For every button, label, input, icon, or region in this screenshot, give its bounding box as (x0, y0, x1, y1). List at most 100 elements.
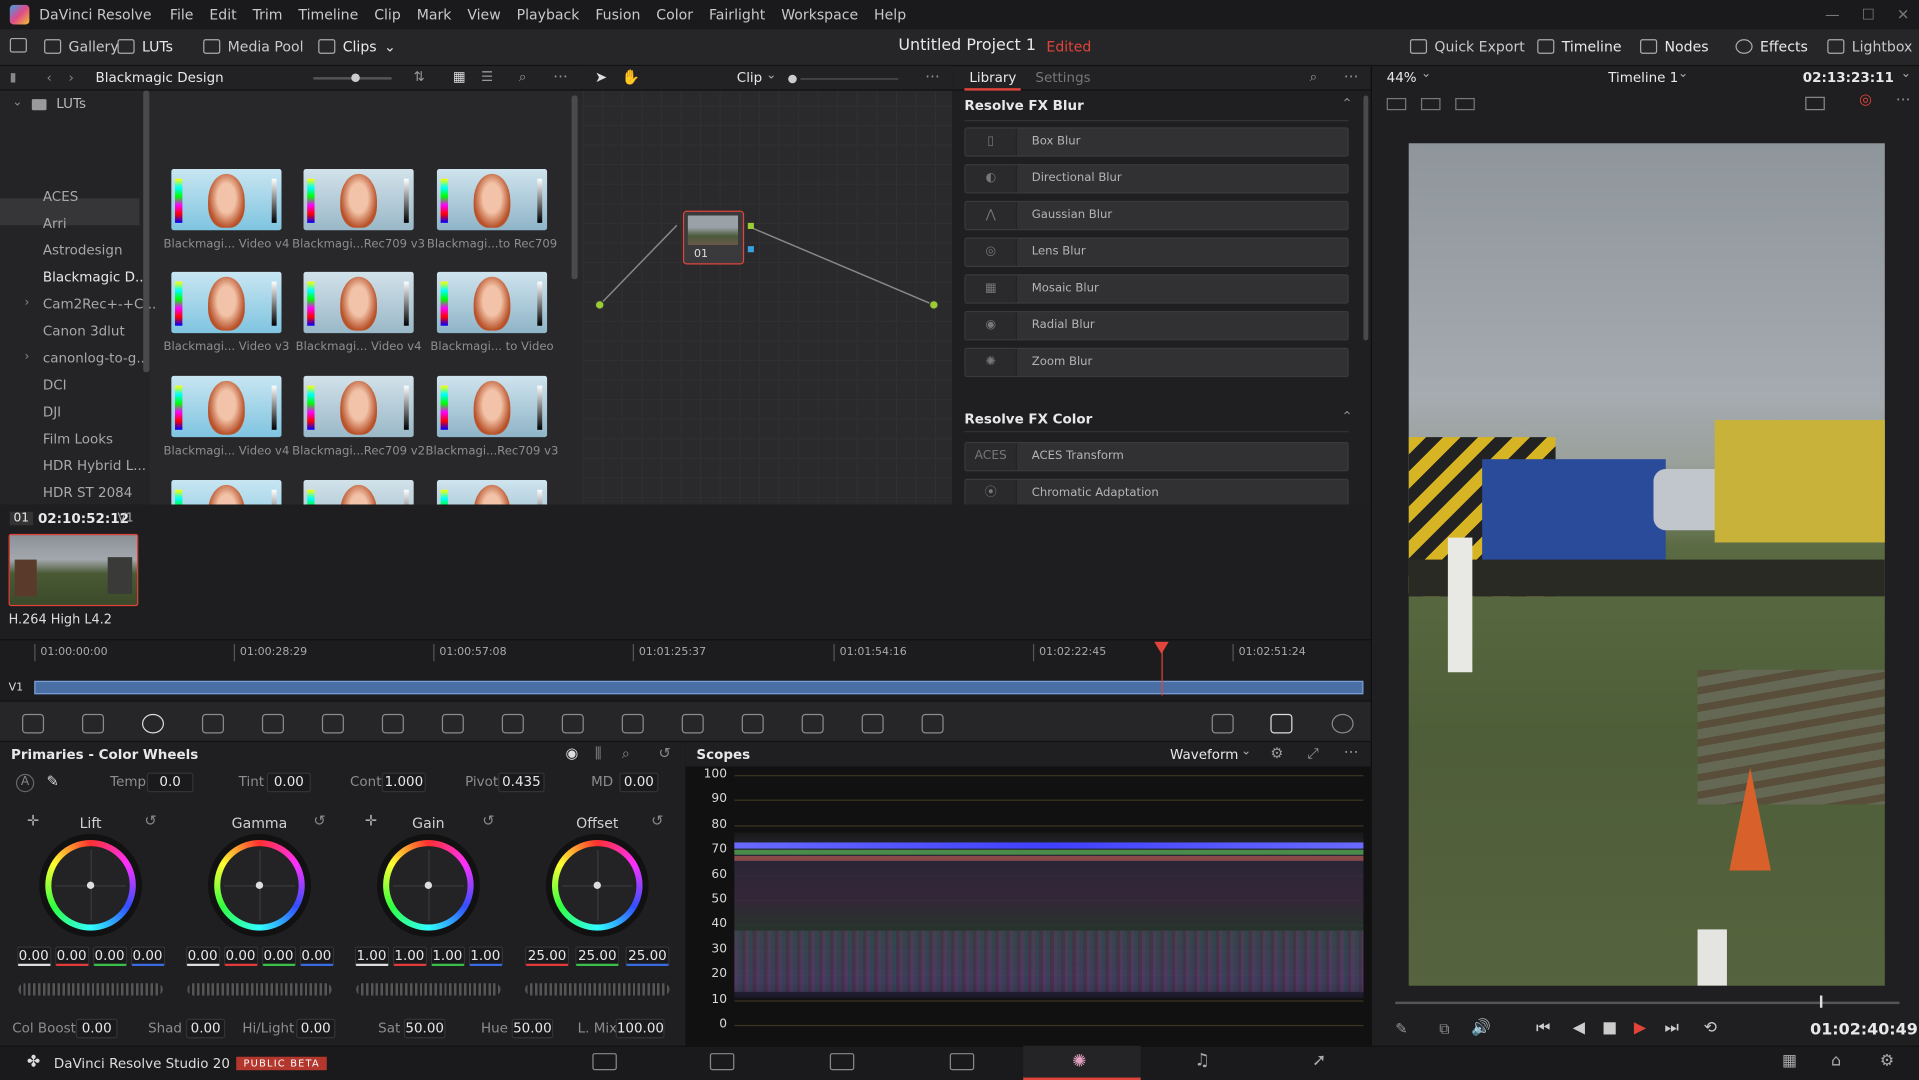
menu-timeline[interactable]: Timeline (298, 6, 358, 23)
library-scrollbar[interactable] (1363, 95, 1369, 341)
crosshair-icon[interactable]: ✛ (365, 812, 377, 829)
more-options-icon[interactable]: ⋯ (1896, 91, 1911, 108)
color-wheel[interactable] (383, 840, 474, 931)
fairlight-page-icon[interactable]: ♫ (1195, 1051, 1210, 1071)
master-wheel-jog[interactable] (18, 983, 163, 996)
project-manager-icon[interactable]: ▦ (1782, 1052, 1797, 1070)
node-key-output[interactable] (747, 246, 754, 253)
tree-item[interactable]: Blackmagic D... (43, 269, 148, 285)
maximize-icon[interactable]: ☐ (1862, 6, 1875, 23)
col-boost-field[interactable]: 0.00 (75, 1018, 118, 1039)
hue-field[interactable]: 50.00 (511, 1018, 554, 1039)
scope-mode-select[interactable]: Waveform (1170, 747, 1238, 763)
tint-field[interactable]: 0.00 (266, 772, 311, 793)
tree-item[interactable]: HDR Hybrid L... (43, 458, 146, 474)
menu-mark[interactable]: Mark (417, 6, 452, 23)
lut-thumbnail[interactable] (171, 375, 282, 438)
lut-thumbnail[interactable] (436, 168, 548, 231)
fx-item[interactable]: ◎ Lens Blur (964, 237, 1349, 267)
chevron-right-icon[interactable]: › (24, 350, 29, 363)
picker-icon[interactable]: ✎ (47, 773, 59, 790)
reset-icon[interactable]: ↺ (658, 744, 670, 761)
panel-toggle-icon[interactable] (9, 37, 27, 53)
search-icon[interactable]: ⌕ (1310, 69, 1318, 86)
blur-icon[interactable] (741, 713, 764, 734)
wheel-value-field[interactable]: 0.00 (130, 946, 165, 967)
color-picker-icon[interactable]: ◎ (1859, 91, 1872, 108)
viewer-scrubber[interactable] (1395, 1001, 1900, 1005)
fx-item[interactable]: ▯ Box Blur (964, 127, 1349, 157)
layers-icon[interactable]: ⧉ (1439, 1020, 1449, 1038)
wheel-value-field[interactable]: 0.00 (299, 946, 334, 967)
lut-thumbnail[interactable] (436, 271, 548, 334)
back-icon[interactable]: ‹ (47, 70, 52, 86)
wheel-reset-icon[interactable]: ↺ (651, 812, 663, 829)
fusion-page-icon[interactable] (949, 1053, 975, 1071)
go-to-start-icon[interactable]: ⏮ (1536, 1019, 1550, 1037)
tracker-icon[interactable] (621, 713, 644, 734)
timeline-clip-bar[interactable] (34, 680, 1364, 695)
hdr-icon[interactable] (201, 713, 224, 734)
3d-icon[interactable] (921, 713, 944, 734)
shad-field[interactable]: 0.00 (186, 1018, 226, 1039)
lut-thumbnail[interactable] (303, 168, 414, 231)
keyframes-icon[interactable] (1211, 713, 1234, 734)
wheel-value-field[interactable]: 0.00 (261, 946, 296, 967)
forward-icon[interactable]: › (69, 70, 74, 86)
master-wheel-jog[interactable] (356, 983, 501, 996)
section-blur-header[interactable]: Resolve FX Blur (964, 98, 1083, 114)
wheel-value-field[interactable]: 1.00 (354, 946, 389, 967)
tree-item[interactable]: HDR ST 2084 (43, 485, 132, 501)
tab-settings[interactable]: Settings (1035, 70, 1090, 86)
magic-mask-icon[interactable] (681, 713, 704, 734)
media-pool-button[interactable]: Media Pool (203, 38, 304, 55)
menu-clip[interactable]: Clip (374, 6, 401, 23)
pivot-field[interactable]: 0.435 (498, 772, 545, 793)
node-rgb-output[interactable] (747, 222, 754, 229)
wheel-reset-icon[interactable]: ↺ (482, 812, 494, 829)
node-input-dot[interactable] (594, 300, 605, 310)
lut-thumbnail[interactable] (171, 168, 282, 231)
md-field[interactable]: 0.00 (619, 772, 659, 793)
fx-item[interactable]: ✺ Zoom Blur (964, 347, 1349, 378)
info-icon[interactable] (1331, 713, 1354, 734)
color-node-01[interactable]: 01 (682, 210, 745, 265)
primaries-icon[interactable] (141, 713, 165, 734)
luts-button[interactable]: LUTs (117, 38, 173, 55)
lmix-field[interactable]: 100.00 (615, 1018, 665, 1039)
bars-mode-icon[interactable]: ⫼ (595, 744, 602, 762)
sidebar-toggle-icon[interactable]: ▮ (10, 71, 17, 84)
menu-edit[interactable]: Edit (209, 6, 236, 23)
sat-field[interactable]: 50.00 (403, 1018, 446, 1039)
wheel-puck[interactable] (86, 881, 95, 889)
crosshair-icon[interactable]: ✛ (27, 812, 39, 829)
clip-thumbnail[interactable] (8, 533, 139, 607)
tree-item[interactable]: Arri (43, 216, 67, 232)
effects-button[interactable]: Effects (1735, 38, 1808, 55)
menu-fusion[interactable]: Fusion (595, 6, 640, 23)
grid-wipe-icon[interactable] (1420, 97, 1441, 111)
wheel-value-field[interactable]: 1.00 (392, 946, 427, 967)
master-wheel-jog[interactable] (187, 983, 332, 996)
home-icon[interactable]: ⌂ (1831, 1052, 1841, 1070)
grid-view-icon[interactable]: ▦ (453, 69, 466, 85)
color-match-icon[interactable] (82, 713, 105, 734)
color-wheel[interactable] (45, 840, 136, 931)
window-icon[interactable] (561, 713, 584, 734)
wheel-value-field[interactable]: 0.00 (185, 946, 220, 967)
auto-balance-icon[interactable]: A (15, 773, 35, 793)
color-wheel[interactable] (214, 840, 305, 931)
tree-item[interactable]: Cam2Rec+-+C... (43, 296, 156, 312)
go-to-end-icon[interactable]: ⏭ (1665, 1019, 1679, 1037)
fx-item[interactable]: ◐ Directional Blur (964, 164, 1349, 194)
wheel-reset-icon[interactable]: ↺ (144, 812, 156, 829)
nodes-button[interactable]: Nodes (1640, 38, 1709, 55)
settings-gear-icon[interactable]: ⚙ (1880, 1052, 1894, 1070)
contrast-field[interactable]: 1.000 (381, 772, 426, 793)
camera-raw-icon[interactable] (22, 713, 45, 734)
grid-scrollbar[interactable] (571, 95, 578, 280)
lightbox-button[interactable]: Lightbox (1827, 38, 1912, 55)
viewer-image[interactable] (1408, 143, 1885, 986)
tree-scrollbar[interactable] (143, 90, 150, 373)
menu-trim[interactable]: Trim (253, 6, 283, 23)
